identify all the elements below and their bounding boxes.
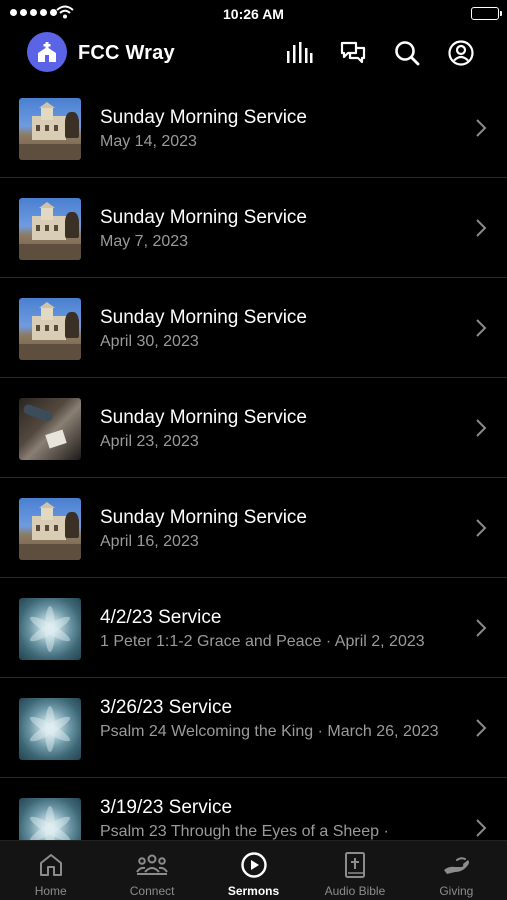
audio-bars-icon[interactable] [284,38,314,68]
sermon-title: Sunday Morning Service [100,307,307,328]
battery-icon [471,7,502,20]
sermon-thumbnail [19,298,81,360]
sermon-thumbnail [19,98,81,160]
chevron-right-icon [476,619,487,637]
tab-label: Audio Bible [324,884,386,898]
play-circle-icon [240,851,268,879]
tab-connect[interactable]: Connect [101,841,202,900]
tab-audio-bible[interactable]: Audio Bible [304,841,405,900]
giving-hand-icon [441,851,471,879]
sermon-subtitle: May 7, 2023 [100,233,189,250]
sermon-subtitle: April 30, 2023 [100,333,199,350]
sermon-row[interactable]: Sunday Morning Service April 30, 2023 [0,278,507,378]
tab-label: Connect [129,884,175,898]
sermon-thumbnail [19,598,81,660]
sermon-subtitle: Psalm 24 Welcoming the King · March 26, … [100,723,439,740]
tab-sermons[interactable]: Sermons [203,841,304,900]
tab-bar: Home Connect Sermons Audio Bible Giving [0,840,507,900]
tab-label: Home [34,884,67,898]
church-logo-icon[interactable] [27,32,67,72]
chevron-right-icon [476,519,487,537]
sermon-row[interactable]: 3/19/23 Service Psalm 23 Through the Eye… [0,778,507,840]
sermon-thumbnail [19,798,81,840]
chevron-right-icon [476,819,487,837]
sermon-row[interactable]: 4/2/23 Service 1 Peter 1:1-2 Grace and P… [0,578,507,678]
sermon-row[interactable]: 3/26/23 Service Psalm 24 Welcoming the K… [0,678,507,778]
sermon-thumbnail [19,698,81,760]
sermon-title: 4/2/23 Service [100,607,222,628]
sermon-subtitle: May 14, 2023 [100,133,197,150]
status-bar: 10:26 AM [0,0,507,28]
sermon-title: Sunday Morning Service [100,407,307,428]
sermon-subtitle: 1 Peter 1:1-2 Grace and Peace · April 2,… [100,633,425,650]
sermon-title: Sunday Morning Service [100,207,307,228]
app-header: FCC Wray [0,28,507,78]
sermon-thumbnail [19,398,81,460]
search-icon[interactable] [392,38,422,68]
sermon-title: 3/19/23 Service [100,797,233,818]
tab-home[interactable]: Home [0,841,101,900]
bible-icon [343,851,367,879]
sermon-thumbnail [19,198,81,260]
sermon-title: Sunday Morning Service [100,107,307,128]
chevron-right-icon [476,719,487,737]
app-title: FCC Wray [78,42,175,64]
status-time: 10:26 AM [223,6,284,22]
profile-icon[interactable] [446,38,476,68]
sermon-thumbnail [19,498,81,560]
sermon-subtitle: April 23, 2023 [100,433,199,450]
sermon-row[interactable]: Sunday Morning Service April 16, 2023 [0,478,507,578]
chevron-right-icon [476,219,487,237]
sermon-title: Sunday Morning Service [100,507,307,528]
app-screen: 10:26 AM FCC Wray Sunday Morning Service… [0,0,507,900]
sermon-list[interactable]: Sunday Morning Service May 14, 2023 Sund… [0,78,507,840]
chat-bubbles-icon[interactable] [338,38,368,68]
chevron-right-icon [476,319,487,337]
tab-label: Giving [439,884,474,898]
chevron-right-icon [476,119,487,137]
group-icon [136,851,168,879]
sermon-subtitle: April 16, 2023 [100,533,199,550]
sermon-row[interactable]: Sunday Morning Service May 14, 2023 [0,78,507,178]
sermon-subtitle: Psalm 23 Through the Eyes of a Sheep · [100,823,389,840]
tab-giving[interactable]: Giving [406,841,507,900]
sermon-row[interactable]: Sunday Morning Service April 23, 2023 [0,378,507,478]
sermon-title: 3/26/23 Service [100,697,233,718]
chevron-right-icon [476,419,487,437]
tab-label: Sermons [227,884,280,898]
sermon-row[interactable]: Sunday Morning Service May 7, 2023 [0,178,507,278]
home-icon [38,851,64,879]
